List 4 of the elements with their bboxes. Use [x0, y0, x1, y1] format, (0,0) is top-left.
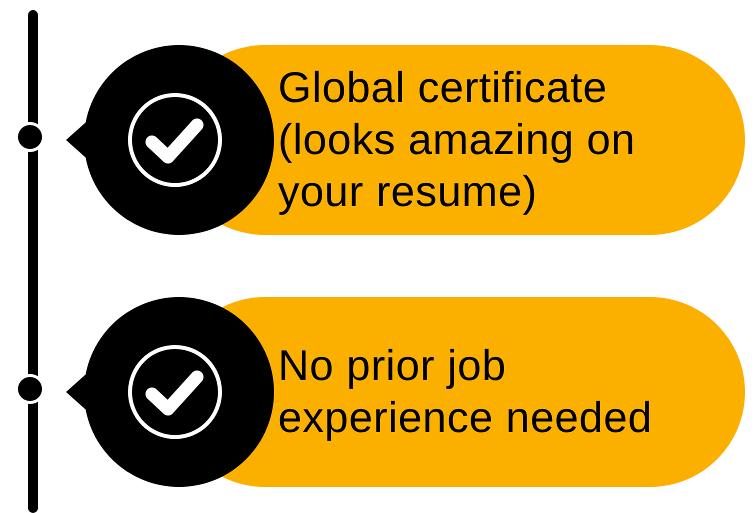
benefit-text: No prior job experience needed — [278, 341, 654, 444]
check-badge-icon — [66, 45, 274, 235]
benefit-text: Global certificate (looks amazing on your resume) — [278, 63, 636, 218]
check-badge-icon — [66, 297, 274, 487]
